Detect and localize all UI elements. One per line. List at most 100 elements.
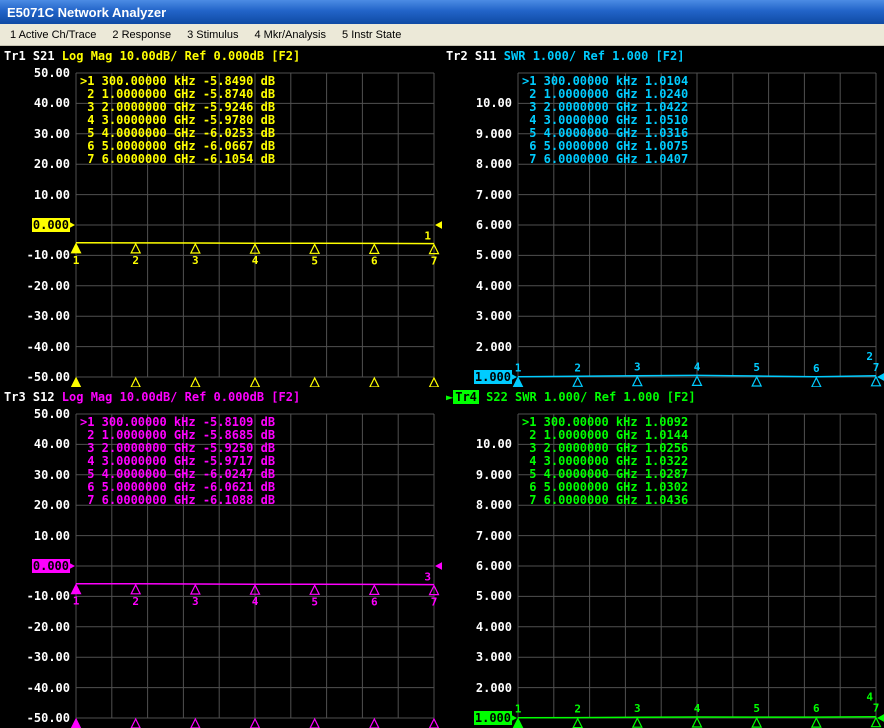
y-axis-label: 3.000 (475, 650, 512, 665)
marker-triangle-icon (811, 376, 822, 387)
y-axis-label: -40.00 (26, 339, 70, 354)
y-axis-label: 9.000 (475, 126, 512, 141)
marker-number: 4 (252, 595, 259, 608)
marker-number: 3 (634, 361, 641, 374)
trace-title-label[interactable]: Tr1 S21 (4, 49, 62, 63)
y-axis-label: 10.00 (33, 528, 70, 543)
marker-number: 1 (73, 254, 80, 267)
marker-stimulus-triangle-icon (190, 376, 201, 387)
y-axis-label: 10.00 (475, 96, 512, 111)
marker-number: 7 (431, 255, 438, 268)
trace-panels: 1 2 3 4 5 6 7 1 Tr1 S21 Log Mag 10.00dB/ Ref 0.0… (0, 46, 884, 728)
trace-title-meas: Log Mag 10.00dB/ Ref 0.000dB [F2] (61, 49, 301, 63)
marker-stimulus-triangle-icon (428, 376, 440, 387)
ref-level-arrow-right (435, 562, 442, 570)
trace-number: 3 (424, 571, 431, 584)
panel-tr3-s12[interactable]: 1 2 3 4 5 6 7 3 Tr3 S12 Log Mag 10.00dB/ Ref 0.0… (0, 387, 442, 728)
marker-number: 3 (634, 702, 641, 715)
marker-number: 4 (694, 702, 701, 715)
marker-triangle-icon (631, 716, 643, 728)
y-axis-label: -10.00 (26, 589, 70, 604)
y-axis-label: -50.00 (26, 370, 70, 384)
marker-triangle-icon (751, 716, 763, 728)
marker-triangle-icon (189, 242, 201, 254)
marker-number: 3 (192, 254, 199, 267)
marker-triangle-icon (309, 583, 321, 595)
y-axis-label: 8.000 (475, 157, 512, 172)
marker-triangle-icon (572, 375, 584, 387)
marker-triangle-icon (512, 717, 524, 728)
menu-item-stimulus[interactable]: 3 Stimulus (179, 29, 246, 41)
marker-readout-row: 7 6.0000000 GHz 1.0407 (522, 152, 689, 166)
marker-triangle-icon (512, 376, 524, 387)
panel-tr1-s21[interactable]: 1 2 3 4 5 6 7 1 Tr1 S21 Log Mag 10.00dB/ Ref 0.0… (0, 46, 442, 387)
marker-table: >1 300.00000 kHz 1.0092 2 1.0000000 GHz … (522, 416, 688, 507)
marker-readout-row: 7 6.0000000 GHz -6.1054 dB (80, 152, 276, 166)
trace-title-label[interactable]: Tr4 (453, 390, 479, 404)
y-axis-label: 50.00 (33, 407, 70, 421)
marker-readout-row: 7 6.0000000 GHz 1.0436 (522, 493, 689, 507)
marker-number: 6 (371, 595, 378, 608)
y-axis-label: 7.000 (475, 187, 512, 202)
marker-number: 7 (431, 596, 438, 609)
marker-number: 5 (753, 702, 760, 715)
marker-stimulus-triangle-icon (369, 376, 380, 387)
marker-readout-row: 7 6.0000000 GHz -6.1088 dB (80, 493, 276, 507)
y-axis-label: 3.000 (475, 309, 512, 324)
trace-number: 2 (866, 350, 873, 363)
marker-table: >1 300.00000 kHz 1.0104 2 1.0000000 GHz … (522, 75, 688, 166)
y-axis-label: -20.00 (26, 619, 70, 634)
marker-triangle-icon (691, 375, 703, 386)
marker-stimulus-triangle-icon (130, 717, 141, 728)
y-axis-label: 30.00 (33, 467, 70, 482)
menu-item-mkr-analysis[interactable]: 4 Mkr/Analysis (246, 29, 334, 41)
menu-item-active-ch-trace[interactable]: 1 Active Ch/Trace (2, 29, 104, 41)
marker-number: 4 (252, 254, 259, 267)
trace-title: Tr2 S11 SWR 1.000/ Ref 1.000 [F2] (446, 49, 684, 63)
y-axis-label: 4.000 (475, 619, 512, 634)
marker-triangle-icon (70, 242, 82, 254)
y-axis-label: 4.000 (475, 278, 512, 293)
y-axis-label: -30.00 (26, 309, 70, 324)
marker-number: 5 (311, 595, 318, 608)
marker-triangle-icon (70, 583, 82, 595)
y-axis-label: 30.00 (33, 126, 70, 141)
y-axis-label: 6.000 (475, 218, 512, 232)
menu-item-response[interactable]: 2 Response (104, 29, 179, 41)
y-axis-label: 9.000 (475, 467, 512, 482)
marker-number: 7 (873, 702, 880, 715)
marker-triangle-icon (130, 242, 142, 254)
marker-triangle-icon (810, 716, 822, 728)
panel-tr2-s11[interactable]: 1 2 3 4 5 6 7 2 Tr2 S11 SWR 1.000/ Ref 1.000 [F2… (442, 46, 884, 387)
menu-item-instr-state[interactable]: 5 Instr State (334, 29, 409, 41)
y-axis-label: 5.000 (475, 248, 512, 263)
instrument-window: E5071C Network Analyzer 1 Active Ch/Trac… (0, 0, 884, 728)
y-axis-label: 40.00 (33, 96, 70, 111)
marker-triangle-icon (130, 583, 142, 595)
y-axis-label: 20.00 (33, 498, 70, 513)
y-axis-ref-label: 0.000 (31, 218, 70, 232)
trace-title: ► Tr4 S22 SWR 1.000/ Ref 1.000 [F2] (446, 390, 696, 404)
y-axis-label: 40.00 (33, 437, 70, 452)
panel-tr4-s22[interactable]: 1 2 3 4 5 6 7 4 ► Tr4 S22 SWR 1.000/ Ref 1.000 [F… (442, 387, 884, 728)
y-axis-label: -20.00 (26, 278, 70, 293)
window-title: E5071C Network Analyzer (7, 4, 167, 20)
window-titlebar[interactable]: E5071C Network Analyzer (0, 0, 884, 24)
marker-stimulus-triangle-icon (70, 376, 82, 387)
marker-number: 1 (515, 362, 522, 375)
y-axis-label: 50.00 (33, 66, 70, 80)
marker-number: 2 (132, 254, 139, 267)
trace-title-label[interactable]: Tr3 S12 (4, 390, 62, 404)
trace-title-label[interactable]: Tr2 S11 (446, 49, 504, 63)
y-axis-label: -40.00 (26, 680, 70, 695)
marker-number: 2 (132, 595, 139, 608)
marker-table: >1 300.00000 kHz -5.8490 dB 2 1.0000000 … (80, 75, 275, 166)
marker-number: 2 (574, 703, 581, 716)
marker-number: 2 (574, 361, 581, 374)
y-axis-label: 2.000 (475, 680, 512, 695)
marker-stimulus-triangle-icon (190, 717, 201, 728)
marker-triangle-icon (368, 243, 380, 254)
marker-triangle-icon (309, 242, 321, 254)
y-axis-label: 20.00 (33, 157, 70, 172)
marker-stimulus-triangle-icon (70, 717, 82, 728)
